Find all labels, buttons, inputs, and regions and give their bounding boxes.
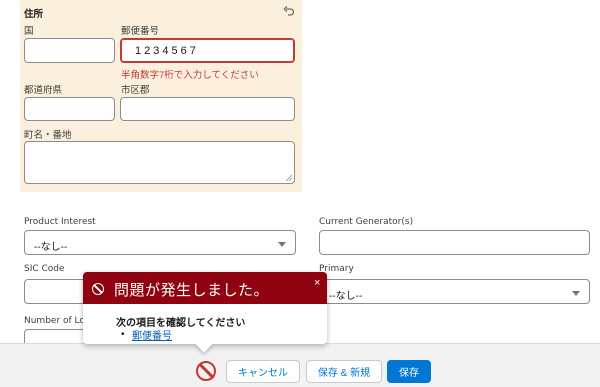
- cancel-button[interactable]: キャンセル: [226, 360, 300, 383]
- postal-code-label: 郵便番号: [121, 26, 160, 37]
- save-button[interactable]: 保存: [387, 360, 431, 383]
- ban-icon: [92, 283, 104, 295]
- address-section-title: 住所: [24, 9, 44, 20]
- postal-code-input[interactable]: 1234567: [120, 38, 295, 63]
- number-of-locations-label: Number of Lo: [24, 316, 85, 326]
- chevron-down-icon: [572, 291, 580, 296]
- undo-icon[interactable]: [283, 5, 295, 17]
- prefecture-label: 都道府県: [24, 85, 63, 96]
- primary-value: --なし--: [329, 291, 363, 302]
- prefecture-input[interactable]: [24, 97, 115, 121]
- postal-code-error: 半角数字7桁で入力してください: [121, 70, 259, 81]
- error-popover-title: 問題が発生しました。: [114, 282, 270, 299]
- error-field-link[interactable]: 郵便番号: [132, 327, 172, 342]
- street-label: 町名・番地: [24, 130, 72, 141]
- current-generators-label: Current Generator(s): [319, 217, 414, 227]
- error-icon[interactable]: [196, 361, 216, 381]
- chevron-down-icon: [278, 242, 286, 247]
- street-textarea[interactable]: [24, 141, 295, 184]
- form-footer: [0, 343, 600, 387]
- bullet-glyph: •: [121, 329, 125, 340]
- current-generators-input[interactable]: [319, 230, 590, 255]
- save-and-new-button[interactable]: 保存 & 新規: [306, 360, 382, 383]
- city-label: 市区郡: [121, 85, 150, 96]
- error-popover: 問題が発生しました。 × 次の項目を確認してください • 郵便番号: [83, 272, 327, 353]
- sic-code-label: SIC Code: [24, 264, 65, 274]
- country-input[interactable]: [24, 38, 115, 63]
- postal-code-value: 1234567: [135, 45, 199, 57]
- product-interest-select[interactable]: --なし--: [24, 230, 296, 255]
- product-interest-value: --なし--: [34, 242, 68, 253]
- address-section: 住所 国 郵便番号 1234567 半角数字7桁で入力してください 都道府県 市…: [20, 0, 302, 192]
- product-interest-label: Product Interest: [24, 217, 96, 227]
- primary-select[interactable]: --なし--: [319, 279, 590, 304]
- country-label: 国: [24, 26, 34, 37]
- error-popover-header: 問題が発生しました。 ×: [83, 272, 327, 304]
- close-icon[interactable]: ×: [314, 278, 320, 289]
- resize-handle-icon[interactable]: [285, 174, 292, 181]
- city-input[interactable]: [120, 97, 295, 121]
